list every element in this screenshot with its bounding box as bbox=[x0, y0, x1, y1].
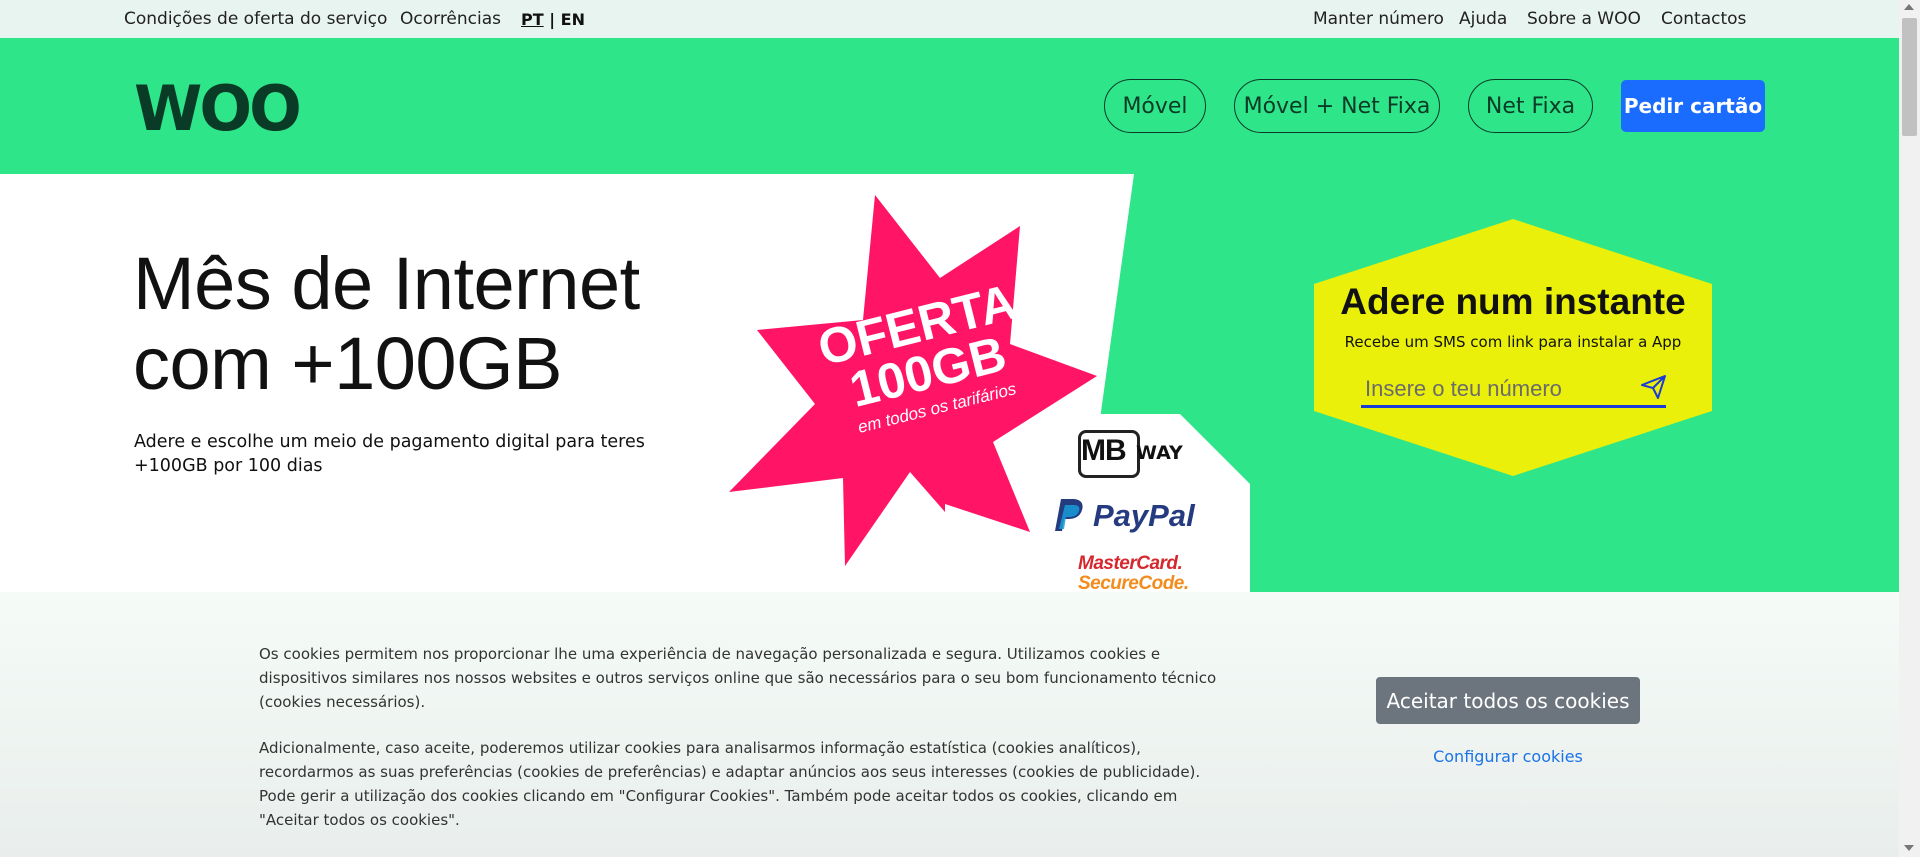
order-card-button[interactable]: Pedir cartão bbox=[1621, 80, 1765, 132]
cookie-text-1: Os cookies permitem nos proporcionar lhe… bbox=[259, 645, 1217, 711]
link-contacts[interactable]: Contactos bbox=[1661, 9, 1746, 29]
hero-title: Mês de Internet com +100GB bbox=[133, 244, 753, 404]
accept-all-cookies-button[interactable]: Aceitar todos os cookies bbox=[1376, 677, 1640, 724]
nav-mobile[interactable]: Móvel bbox=[1104, 79, 1206, 133]
language-switcher: PT | EN bbox=[521, 10, 585, 29]
page-scrollbar[interactable] bbox=[1899, 0, 1920, 857]
link-keep-number[interactable]: Manter número bbox=[1313, 9, 1444, 29]
send-icon[interactable] bbox=[1640, 374, 1668, 400]
cookie-banner: Os cookies permitem nos proporcionar lhe… bbox=[0, 592, 1899, 857]
cookie-text-2: Adicionalmente, caso aceite, poderemos u… bbox=[259, 739, 1201, 829]
signup-subtitle: Recebe um SMS com link para instalar a A… bbox=[1344, 333, 1682, 351]
scroll-up-arrow[interactable] bbox=[1904, 4, 1914, 10]
link-occurrences[interactable]: Ocorrências bbox=[400, 9, 501, 29]
lang-separator: | bbox=[549, 10, 556, 29]
signup-title: Adere num instante bbox=[1340, 281, 1686, 322]
lang-en[interactable]: EN bbox=[561, 10, 585, 29]
nav-fixed[interactable]: Net Fixa bbox=[1468, 79, 1593, 133]
mbway-logo: MB bbox=[1081, 434, 1127, 467]
main-header: WOO Móvel Móvel + Net Fixa Net Fixa Pedi… bbox=[0, 38, 1899, 174]
woo-logo[interactable]: WOO bbox=[134, 78, 302, 140]
scrollbar-thumb[interactable] bbox=[1902, 18, 1917, 136]
link-help[interactable]: Ajuda bbox=[1459, 9, 1507, 29]
lang-pt[interactable]: PT bbox=[521, 10, 544, 29]
link-offer-conditions[interactable]: Condições de oferta do serviço bbox=[124, 9, 387, 29]
scroll-down-arrow[interactable] bbox=[1904, 845, 1914, 851]
nav-mobile-fixed[interactable]: Móvel + Net Fixa bbox=[1234, 79, 1440, 133]
link-about[interactable]: Sobre a WOO bbox=[1527, 9, 1641, 29]
paypal-logo: PayPal bbox=[1093, 498, 1195, 533]
configure-cookies-link[interactable]: Configurar cookies bbox=[1376, 747, 1640, 766]
paypal-icon bbox=[1055, 499, 1083, 531]
mastercard-logo: MasterCard. bbox=[1078, 553, 1183, 574]
hero-title-line2: com +100GB bbox=[133, 322, 562, 405]
hero-subtitle: Adere e escolhe um meio de pagamento dig… bbox=[134, 432, 645, 476]
mbway-logo-text: WAY bbox=[1136, 442, 1183, 464]
hero-title-line1: Mês de Internet bbox=[133, 242, 640, 325]
top-utility-bar: Condições de oferta do serviço Ocorrênci… bbox=[0, 0, 1899, 38]
phone-number-input[interactable] bbox=[1361, 372, 1666, 408]
